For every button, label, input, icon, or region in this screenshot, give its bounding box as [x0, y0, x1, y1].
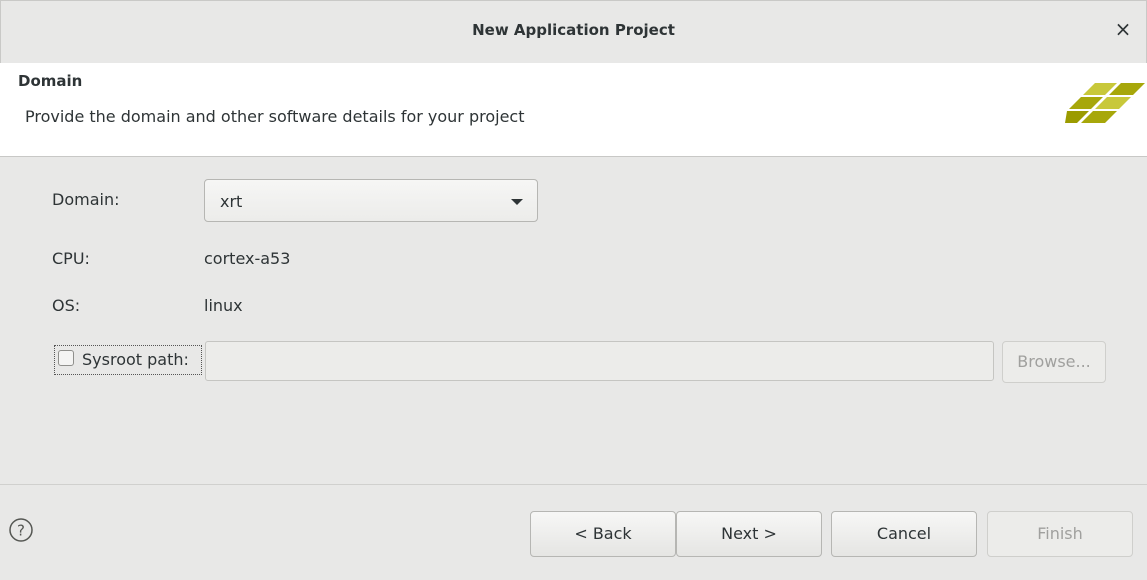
help-icon[interactable]: ? — [6, 515, 36, 545]
form-area: Domain: xrt CPU: cortex-a53 OS: linux Sy… — [0, 157, 1147, 484]
domain-label: Domain: — [52, 190, 120, 209]
window-title: New Application Project — [472, 21, 675, 39]
domain-select[interactable]: xrt — [204, 179, 538, 222]
finish-button[interactable]: Finish — [987, 511, 1133, 557]
page-title: Domain — [18, 72, 83, 90]
xilinx-logo-icon — [1065, 83, 1145, 123]
sysroot-path-input[interactable] — [205, 341, 994, 381]
chevron-down-icon — [511, 199, 523, 205]
domain-select-value: xrt — [220, 192, 243, 211]
sysroot-label: Sysroot path: — [82, 350, 189, 369]
svg-text:?: ? — [17, 522, 25, 540]
browse-button[interactable]: Browse... — [1002, 341, 1106, 383]
title-bar: New Application Project × — [0, 0, 1147, 64]
cpu-label: CPU: — [52, 249, 90, 268]
cpu-value: cortex-a53 — [204, 249, 291, 268]
os-label: OS: — [52, 296, 81, 315]
page-description: Provide the domain and other software de… — [25, 107, 525, 126]
back-button[interactable]: < Back — [530, 511, 676, 557]
sysroot-checkbox-group[interactable]: Sysroot path: — [54, 345, 202, 375]
close-icon[interactable]: × — [1112, 18, 1134, 40]
os-value: linux — [204, 296, 243, 315]
sysroot-checkbox[interactable] — [58, 350, 74, 366]
wizard-footer: ? < Back Next > Cancel Finish — [0, 484, 1147, 580]
wizard-header: Domain Provide the domain and other soft… — [0, 63, 1147, 157]
cancel-button[interactable]: Cancel — [831, 511, 977, 557]
next-button[interactable]: Next > — [676, 511, 822, 557]
